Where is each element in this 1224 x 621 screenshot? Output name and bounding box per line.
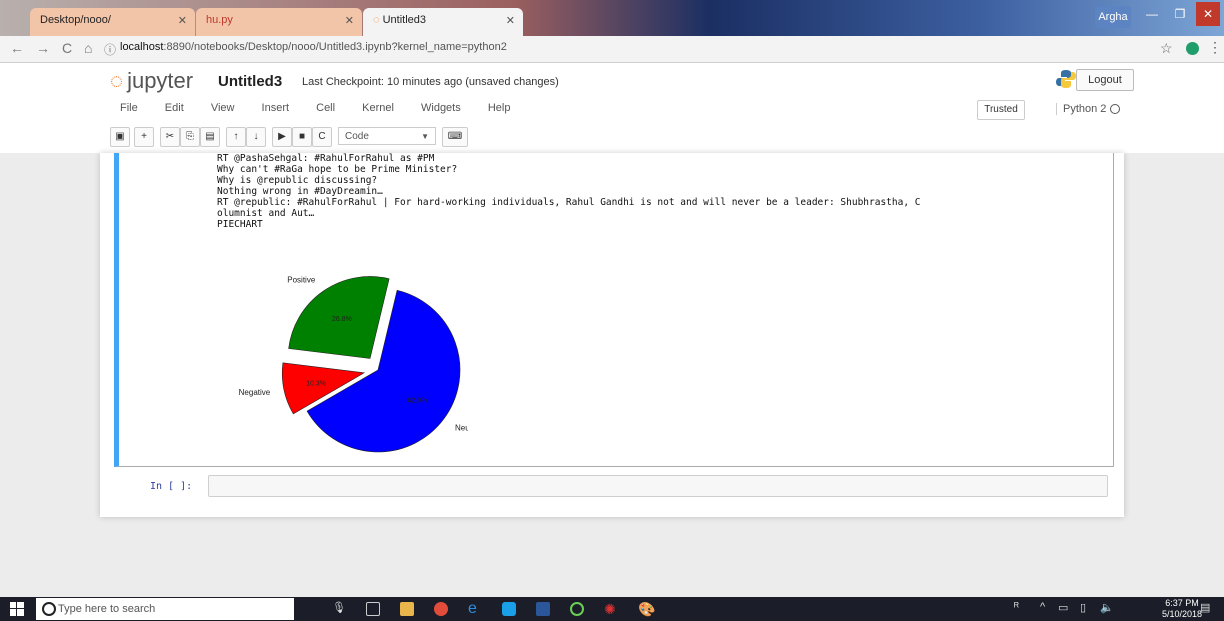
address-input[interactable]: localhost:8890/notebooks/Desktop/nooo/Un…	[120, 41, 507, 53]
menu-kernel[interactable]: Kernel	[362, 102, 394, 114]
move-up-icon[interactable]: ↑	[226, 127, 246, 147]
checkpoint-status: Last Checkpoint: 10 minutes ago (unsaved…	[302, 76, 559, 88]
paint-icon[interactable]: 🎨	[638, 602, 655, 616]
user-profile-button[interactable]: Argha	[1095, 6, 1131, 28]
browser-menu-icon[interactable]: ⋮	[1208, 39, 1222, 56]
close-icon[interactable]: ✕	[345, 14, 354, 27]
url-host: localhost	[120, 41, 164, 53]
pie-chart: 26.8% Positive 62.9% Neutral 10.3% Negative	[239, 276, 468, 453]
minimize-icon[interactable]: —	[1140, 2, 1164, 26]
close-icon[interactable]: ✕	[178, 14, 187, 27]
stop-icon[interactable]: ■	[292, 127, 312, 147]
copy-icon[interactable]: ⎘	[180, 127, 200, 147]
clock-date: 5/10/2018	[1162, 609, 1203, 619]
skype-icon[interactable]	[502, 602, 516, 616]
menu-file[interactable]: File	[120, 102, 138, 114]
edge-icon[interactable]: e	[468, 601, 482, 617]
chrome-icon[interactable]	[434, 602, 448, 616]
python-logo-icon	[1056, 70, 1076, 88]
kernel-name: Python 2	[1063, 103, 1107, 115]
show-hidden-icon[interactable]: ^	[1040, 601, 1045, 613]
menu-widgets[interactable]: Widgets	[421, 102, 461, 114]
bookmark-star-icon[interactable]: ☆	[1160, 40, 1173, 57]
menu-edit[interactable]: Edit	[165, 102, 184, 114]
url-path: :8890/notebooks/Desktop/nooo/Untitled3.i…	[163, 41, 507, 53]
microphone-icon[interactable]: 🎙	[332, 601, 346, 614]
clock-time: 6:37 PM	[1165, 598, 1199, 608]
window-close-icon[interactable]: ✕	[1196, 2, 1220, 26]
save-icon[interactable]: ▣	[110, 127, 130, 147]
reload-icon[interactable]: C	[62, 40, 72, 56]
trusted-badge[interactable]: Trusted	[977, 100, 1025, 120]
people-icon[interactable]: ᴿ	[1014, 601, 1019, 613]
tab-label: Desktop/nooo/	[40, 14, 111, 26]
cell-type-value: Code	[345, 131, 369, 142]
output-text: RT @PashaSehgal: #RahulForRahul as #PM W…	[217, 153, 921, 230]
kernel-idle-icon	[1110, 104, 1121, 115]
logo-text: jupyter	[127, 68, 194, 93]
settings-app-icon[interactable]: ✺	[604, 602, 618, 616]
pie-category-label-negative: Negative	[239, 388, 271, 397]
jupyter-favicon-icon: ◌	[373, 14, 383, 26]
chevron-down-icon: ▼	[421, 132, 429, 141]
info-icon[interactable]: ⓘ	[104, 41, 116, 58]
tab-label: hu.py	[206, 14, 233, 26]
menu-help[interactable]: Help	[488, 102, 511, 114]
menu-insert[interactable]: Insert	[262, 102, 290, 114]
app-ring-icon[interactable]	[570, 602, 584, 616]
network-icon[interactable]: ▭	[1058, 601, 1068, 614]
logout-button[interactable]: Logout	[1076, 69, 1134, 91]
home-icon[interactable]: ⌂	[84, 40, 92, 56]
word-icon[interactable]	[536, 602, 550, 616]
tab-hu-py[interactable]: hu.py ✕	[196, 8, 362, 36]
paste-icon[interactable]: ▤	[200, 127, 220, 147]
keyboard-icon[interactable]: ⌨	[442, 127, 468, 147]
task-view-icon[interactable]	[366, 602, 380, 616]
close-icon[interactable]: ✕	[506, 14, 515, 27]
pie-pct-label-positive: 26.8%	[332, 316, 352, 323]
notebook-area: RT @PashaSehgal: #RahulForRahul as #PM W…	[0, 153, 1224, 597]
notifications-icon[interactable]: ▤	[1200, 601, 1210, 614]
browser-tab-strip: Desktop/nooo/ ✕ hu.py ✕ ◌ Untitled3 ✕ Ar…	[0, 0, 1224, 36]
tab-untitled3[interactable]: ◌ Untitled3 ✕	[363, 8, 523, 36]
cut-icon[interactable]: ✂	[160, 127, 180, 147]
jupyter-header: ◌ jupyter Untitled3 Last Checkpoint: 10 m…	[0, 63, 1224, 154]
battery-icon[interactable]: ▯	[1080, 601, 1086, 614]
jupyter-logo[interactable]: ◌ jupyter	[110, 68, 193, 94]
move-down-icon[interactable]: ↓	[246, 127, 266, 147]
back-icon[interactable]: ←	[10, 40, 24, 56]
address-bar-row: ← → C ⌂ ⓘ localhost:8890/notebooks/Deskt…	[0, 36, 1224, 63]
pie-category-label-neutral: Neutral	[455, 423, 468, 432]
jupyter-logo-icon: ◌	[110, 68, 124, 93]
tab-desktop-nooo[interactable]: Desktop/nooo/ ✕	[30, 8, 195, 36]
cortana-icon	[42, 602, 56, 616]
add-cell-icon[interactable]: +	[134, 127, 154, 147]
notebook-name[interactable]: Untitled3	[218, 73, 282, 90]
restart-icon[interactable]: C	[312, 127, 332, 147]
maximize-icon[interactable]: ❐	[1168, 2, 1192, 26]
taskbar-search-input[interactable]: Type here to search	[36, 598, 294, 620]
pie-category-label-positive: Positive	[287, 276, 316, 285]
input-prompt: In [ ]:	[150, 481, 193, 492]
pie-pct-label-negative: 10.3%	[306, 381, 326, 388]
windows-start-icon[interactable]	[10, 602, 24, 616]
notebook-menubar: File Edit View Insert Cell Kernel Widget…	[120, 102, 534, 114]
tab-label: Untitled3	[382, 14, 427, 26]
menu-view[interactable]: View	[211, 102, 235, 114]
pie-pct-label-neutral: 62.9%	[408, 397, 428, 404]
forward-icon[interactable]: →	[36, 40, 50, 56]
run-icon[interactable]: ▶	[272, 127, 292, 147]
extension-icon[interactable]	[1186, 42, 1199, 55]
windows-taskbar: Type here to search 🎙 e ✺ 🎨 ᴿ ^ ▭ ▯ 🔈 6:…	[0, 597, 1224, 621]
kernel-indicator: Python 2	[1056, 103, 1121, 115]
volume-icon[interactable]: 🔈	[1100, 601, 1114, 614]
search-placeholder: Type here to search	[58, 603, 156, 615]
input-cell[interactable]: In [ ]:	[114, 473, 1114, 501]
cell-type-select[interactable]: Code ▼	[338, 127, 436, 145]
file-explorer-icon[interactable]	[400, 602, 414, 616]
menu-cell[interactable]: Cell	[316, 102, 335, 114]
system-clock[interactable]: 6:37 PM 5/10/2018	[1162, 598, 1202, 620]
code-input[interactable]	[208, 475, 1108, 497]
